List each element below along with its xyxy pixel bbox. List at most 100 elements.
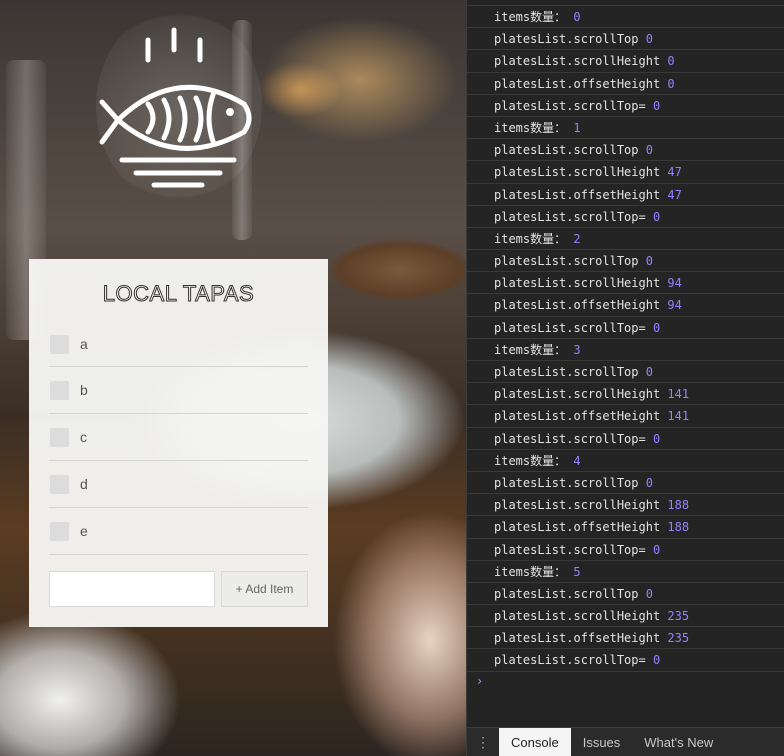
- console-message: platesList.scrollTop 0: [467, 361, 784, 384]
- console-message-value: 0: [652, 431, 661, 446]
- console-message: items数量： 2: [467, 228, 784, 251]
- console-message: items数量： 3: [467, 339, 784, 361]
- console-message-value: 5: [573, 564, 581, 579]
- console-message: platesList.offsetHeight 188: [467, 516, 784, 539]
- console-message-value: 4: [573, 453, 581, 468]
- console-message-value: 188: [667, 498, 690, 513]
- console-message-key: platesList.scrollHeight: [494, 276, 661, 291]
- console-message-value: 0: [645, 475, 653, 490]
- console-message-value: 0: [652, 209, 661, 224]
- console-message-key: platesList.scrollHeight: [494, 54, 661, 69]
- item-checkbox[interactable]: [50, 474, 69, 494]
- fish-eye: [226, 108, 234, 116]
- console-message-key: items数量：: [494, 342, 567, 357]
- console-message-value: 0: [652, 320, 661, 335]
- add-item-input[interactable]: [49, 571, 215, 607]
- console-message: items数量： 5: [467, 561, 784, 583]
- console-message: platesList.scrollHeight 235: [467, 605, 784, 628]
- console-message-value: 141: [667, 387, 690, 402]
- console-message-key: platesList.scrollTop: [494, 143, 639, 158]
- console-message: platesList.scrollTop= 0: [467, 649, 784, 672]
- console-message-value: 141: [667, 409, 690, 424]
- item-label: c: [80, 429, 87, 445]
- console-message-key: platesList.scrollTop=: [494, 98, 646, 113]
- console-message-value: 47: [667, 165, 682, 180]
- plates-list[interactable]: a b c d e: [49, 329, 308, 555]
- console-message: platesList.scrollHeight 94: [467, 272, 784, 295]
- console-message-value: 188: [667, 520, 690, 535]
- console-message: items数量： 4: [467, 450, 784, 472]
- console-message-key: platesList.scrollHeight: [494, 165, 661, 180]
- console-message: platesList.offsetHeight 141: [467, 405, 784, 428]
- item-checkbox[interactable]: [50, 427, 69, 447]
- console-message-key: platesList.offsetHeight: [494, 298, 661, 313]
- console-message-value: 0: [645, 365, 653, 379]
- console-message: items数量： 1: [467, 117, 784, 140]
- tab-whats-new[interactable]: What's New: [632, 728, 725, 756]
- console-message-value: 2: [573, 231, 581, 246]
- console-message: platesList.scrollTop 0: [467, 28, 784, 51]
- console-message-key: platesList.scrollTop: [494, 254, 639, 269]
- console-message-key: platesList.scrollHeight: [494, 609, 661, 624]
- console-message-key: platesList.scrollHeight: [494, 498, 661, 513]
- fish-logo: [96, 8, 262, 204]
- console-message-key: platesList.scrollTop: [494, 586, 639, 601]
- console-message: platesList.offsetHeight 94: [467, 294, 784, 317]
- console-message-key: platesList.offsetHeight: [494, 520, 661, 535]
- console-message-value: 47: [667, 187, 682, 202]
- tab-console[interactable]: Console: [499, 727, 571, 756]
- list-item[interactable]: a: [49, 322, 308, 367]
- console-message-value: 0: [645, 586, 653, 601]
- food-plate: [330, 240, 466, 300]
- console-message-key: platesList.scrollHeight: [494, 387, 661, 402]
- console-message-value: 3: [573, 342, 581, 357]
- console-message-value: 235: [667, 609, 690, 624]
- drawer-tabbar: ⋮ Console Issues What's New: [467, 727, 784, 756]
- console-message-key: platesList.offsetHeight: [494, 76, 661, 91]
- list-item[interactable]: d: [49, 461, 308, 508]
- page-title: LOCAL TAPAS: [102, 281, 255, 307]
- console-message: platesList.scrollHeight 141: [467, 383, 784, 406]
- console-message-key: items数量：: [494, 453, 567, 468]
- console-message-key: platesList.scrollTop: [494, 32, 639, 47]
- console-message: platesList.offsetHeight 235: [467, 627, 784, 650]
- console-message-value: 0: [667, 54, 675, 69]
- console-message-value: 94: [667, 276, 682, 291]
- console-message: platesList.scrollTop 0: [467, 583, 784, 606]
- console-message-value: 0: [652, 653, 661, 668]
- console-message-value: 94: [667, 298, 682, 313]
- item-label: a: [80, 336, 88, 352]
- item-checkbox[interactable]: [50, 380, 69, 400]
- console-message: platesList.scrollTop= 0: [467, 428, 784, 450]
- console-message-value: 235: [667, 631, 690, 646]
- list-item[interactable]: c: [49, 414, 308, 461]
- console-message: platesList.scrollTop= 0: [467, 95, 784, 117]
- tapas-card: LOCAL TAPAS a b c d e + Add Item: [29, 259, 328, 627]
- console-message: platesList.scrollTop 0: [467, 250, 784, 273]
- item-label: e: [80, 523, 88, 539]
- add-item-button[interactable]: + Add Item: [221, 571, 308, 607]
- console-output: items数量： 0 platesList.scrollTop 0 platesLi…: [467, 0, 784, 672]
- console-message-key: platesList.scrollTop=: [494, 320, 646, 335]
- more-vertical-icon[interactable]: ⋮: [467, 728, 499, 756]
- console-message-value: 0: [652, 542, 661, 557]
- console-message-value: 0: [645, 254, 653, 269]
- item-checkbox[interactable]: [50, 521, 69, 541]
- devtools-panel: items数量： 0 platesList.scrollTop 0 platesLi…: [466, 0, 784, 756]
- fish-icon: [99, 27, 252, 188]
- list-item[interactable]: b: [49, 367, 308, 414]
- console-message-value: 0: [573, 10, 581, 24]
- console-message-key: items数量：: [494, 564, 567, 579]
- console-message-key: platesList.scrollTop=: [494, 209, 646, 224]
- console-message: platesList.scrollTop= 0: [467, 206, 784, 228]
- console-message-value: 0: [645, 143, 653, 158]
- console-prompt[interactable]: ›: [476, 674, 483, 688]
- item-checkbox[interactable]: [50, 334, 69, 354]
- console-message-value: 1: [573, 120, 581, 135]
- console-message-value: 0: [645, 32, 653, 47]
- console-message-key: items数量：: [494, 231, 567, 246]
- list-item[interactable]: e: [49, 508, 308, 555]
- console-message-key: platesList.scrollTop=: [494, 431, 646, 446]
- console-message: platesList.scrollHeight 188: [467, 494, 784, 517]
- tab-issues[interactable]: Issues: [571, 728, 633, 756]
